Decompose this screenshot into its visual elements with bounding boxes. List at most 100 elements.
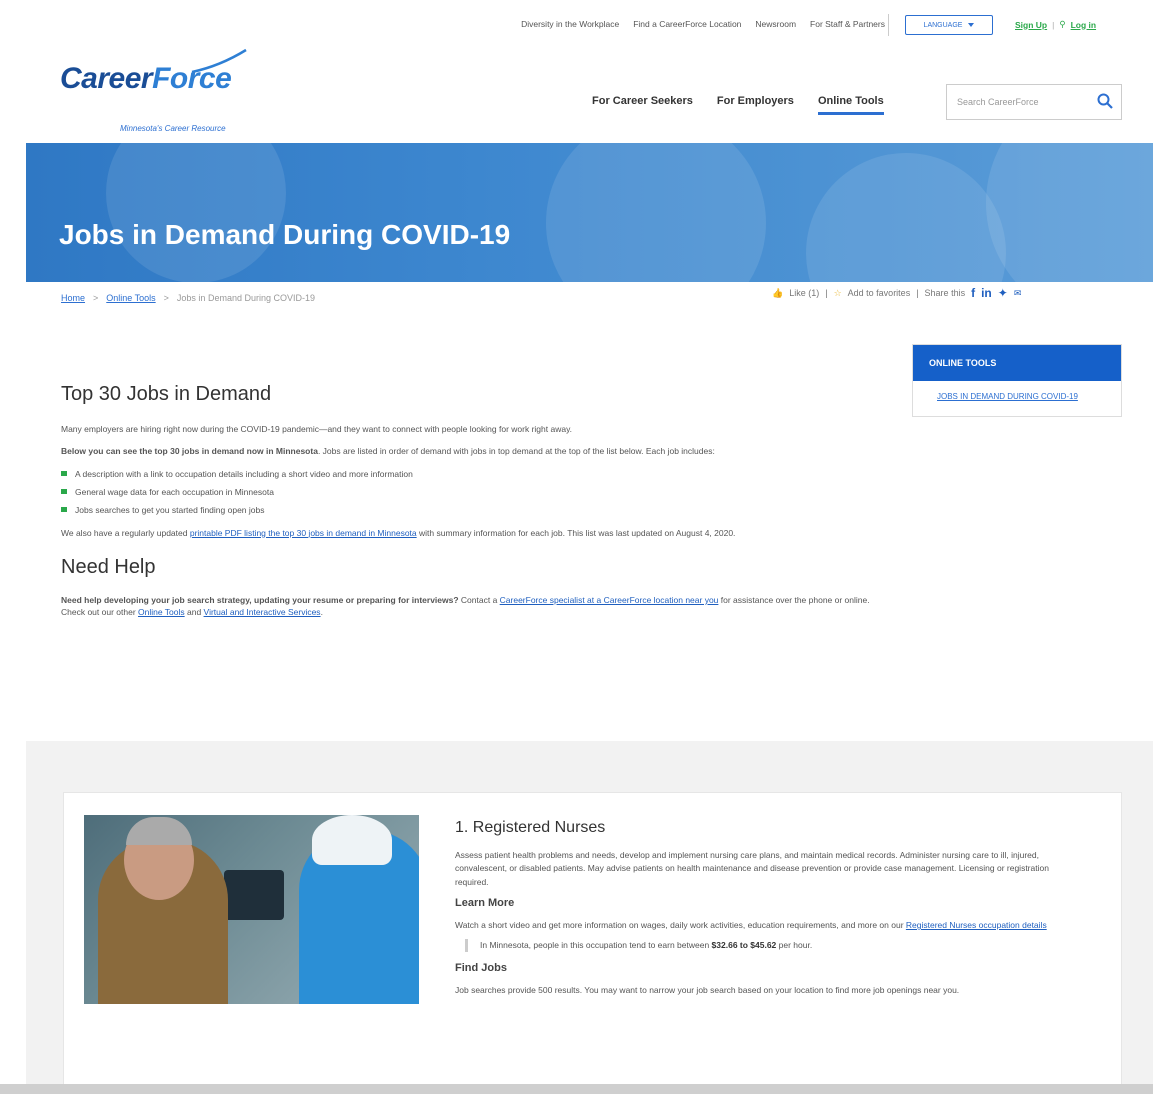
like-button[interactable]: Like (1) bbox=[789, 288, 819, 298]
horizontal-scrollbar[interactable] bbox=[0, 1084, 1153, 1094]
sidebar-title: ONLINE TOOLS bbox=[913, 345, 1121, 381]
login-link[interactable]: Log in bbox=[1071, 20, 1097, 30]
breadcrumb-separator: > bbox=[163, 293, 169, 303]
pdf-text: We also have a regularly updated printab… bbox=[61, 527, 891, 539]
search-icon[interactable] bbox=[1097, 93, 1113, 109]
search-placeholder: Search CareerForce bbox=[957, 97, 1039, 107]
utility-bar: Diversity in the Workplace Find a Career… bbox=[0, 12, 1153, 38]
hero-bg-shape bbox=[806, 153, 1006, 282]
wage-pre: In Minnesota, people in this occupation … bbox=[480, 939, 712, 950]
utility-divider bbox=[888, 14, 889, 36]
logo-swoosh-icon bbox=[191, 48, 247, 74]
nav-online-tools[interactable]: Online Tools bbox=[817, 95, 884, 115]
pdf-post: with summary information for each job. T… bbox=[416, 527, 736, 538]
pdf-pre: We also have a regularly updated bbox=[61, 527, 190, 538]
page-title: Jobs in Demand During COVID-19 bbox=[59, 219, 511, 250]
wage-range: $32.66 to $45.62 bbox=[711, 939, 777, 950]
learn-more-heading: Learn More bbox=[455, 897, 515, 910]
lock-icon: ⚲ bbox=[1059, 19, 1066, 29]
auth-separator: | bbox=[1052, 19, 1055, 30]
online-tools-link[interactable]: Online Tools bbox=[138, 607, 185, 617]
utility-link-diversity[interactable]: Diversity in the Workplace bbox=[521, 19, 619, 29]
auth-links: Sign Up | ⚲ Log in bbox=[1015, 19, 1096, 30]
need-and: and bbox=[184, 607, 204, 618]
need-help-bold: Need help developing your job search str… bbox=[61, 594, 459, 605]
nav-career-seekers[interactable]: For Career Seekers bbox=[592, 95, 693, 115]
breadcrumb-online-tools[interactable]: Online Tools bbox=[106, 293, 155, 303]
virtual-services-link[interactable]: Virtual and Interactive Services bbox=[204, 607, 321, 617]
hero-banner: Jobs in Demand During COVID-19 bbox=[26, 143, 1153, 282]
linkedin-icon[interactable]: in bbox=[981, 286, 992, 300]
twitter-icon[interactable]: ✦ bbox=[998, 286, 1008, 300]
need-help-text: Need help developing your job search str… bbox=[61, 594, 891, 619]
wage-callout: In Minnesota, people in this occupation … bbox=[465, 938, 1075, 953]
need-end: . bbox=[320, 607, 323, 618]
hero-bg-shape bbox=[986, 143, 1153, 282]
nav-employers[interactable]: For Employers bbox=[717, 95, 794, 115]
utility-link-newsroom[interactable]: Newsroom bbox=[755, 19, 796, 29]
actions-separator: | bbox=[916, 288, 919, 298]
hero-bg-shape bbox=[546, 143, 766, 282]
utility-link-location[interactable]: Find a CareerForce Location bbox=[633, 19, 741, 29]
find-jobs-text: Job searches provide 500 results. You ma… bbox=[455, 984, 960, 995]
breadcrumb-current: Jobs in Demand During COVID-19 bbox=[176, 293, 315, 303]
occupation-details-link[interactable]: Registered Nurses occupation details bbox=[906, 920, 1047, 930]
below-text: Below you can see the top 30 jobs in dem… bbox=[61, 445, 891, 457]
facebook-icon[interactable]: f bbox=[971, 286, 975, 300]
add-favorites-button[interactable]: Add to favorites bbox=[848, 288, 911, 298]
signup-link[interactable]: Sign Up bbox=[1015, 20, 1047, 30]
specialist-link[interactable]: CareerForce specialist at a CareerForce … bbox=[500, 595, 719, 605]
language-label: LANGUAGE bbox=[923, 21, 963, 29]
section-heading-top-jobs: Top 30 Jobs in Demand bbox=[61, 383, 272, 405]
job-title: 1. Registered Nurses bbox=[455, 819, 606, 836]
main-content: Top 30 Jobs in Demand Many employers are… bbox=[61, 380, 891, 629]
breadcrumb-separator: > bbox=[93, 293, 99, 303]
thumbs-up-icon[interactable]: 👍 bbox=[772, 288, 783, 299]
language-dropdown[interactable]: LANGUAGE bbox=[905, 15, 993, 35]
email-icon[interactable]: ✉ bbox=[1014, 288, 1022, 299]
list-item: A description with a link to occupation … bbox=[61, 468, 891, 480]
photo-patient-hair bbox=[126, 817, 192, 845]
job-details: 1. Registered Nurses Assess patient heal… bbox=[455, 815, 1075, 997]
bullet-icon bbox=[61, 470, 67, 476]
list-item-text: A description with a link to occupation … bbox=[75, 468, 413, 479]
find-jobs-heading: Find Jobs bbox=[455, 962, 507, 975]
list-item: General wage data for each occupation in… bbox=[61, 486, 891, 498]
utility-link-staff-partners[interactable]: For Staff & Partners bbox=[810, 19, 885, 29]
wage-post: per hour. bbox=[776, 939, 813, 950]
job-photo bbox=[84, 815, 419, 1004]
chevron-down-icon bbox=[968, 23, 975, 27]
breadcrumb: Home > Online Tools > Jobs in Demand Dur… bbox=[61, 293, 315, 303]
logo-career: Career bbox=[60, 62, 153, 95]
learn-more-text: Watch a short video and get more informa… bbox=[455, 919, 1075, 933]
list-item-text: General wage data for each occupation in… bbox=[75, 486, 274, 497]
sidebar-item-jobs-in-demand[interactable]: JOBS IN DEMAND DURING COVID-19 bbox=[913, 381, 1121, 416]
need-contact: Contact a bbox=[458, 594, 500, 605]
section-heading-need-help: Need Help bbox=[61, 555, 156, 578]
intro-text: Many employers are hiring right now duri… bbox=[61, 424, 573, 434]
list-item: Jobs searches to get you started finding… bbox=[61, 504, 891, 516]
logo-tagline: Minnesota's Career Resource bbox=[120, 124, 226, 133]
includes-list: A description with a link to occupation … bbox=[61, 468, 891, 517]
pdf-link[interactable]: printable PDF listing the top 30 jobs in… bbox=[190, 528, 417, 538]
breadcrumb-home[interactable]: Home bbox=[61, 293, 85, 303]
job-description: Assess patient health problems and needs… bbox=[455, 849, 1049, 887]
bullet-icon bbox=[61, 507, 67, 513]
share-label: Share this bbox=[924, 288, 966, 298]
list-item-text: Jobs searches to get you started finding… bbox=[75, 505, 265, 516]
sidebar-online-tools: ONLINE TOOLS JOBS IN DEMAND DURING COVID… bbox=[912, 344, 1122, 417]
bullet-icon bbox=[61, 488, 67, 494]
star-icon[interactable]: ☆ bbox=[834, 288, 842, 299]
hero-bg-shape bbox=[106, 143, 286, 282]
below-rest: . Jobs are listed in order of demand wit… bbox=[317, 446, 715, 457]
learn-more-pre: Watch a short video and get more informa… bbox=[455, 919, 906, 930]
photo-nurse-cap bbox=[312, 815, 392, 865]
page-actions: 👍 Like (1) | ☆ Add to favorites | Share … bbox=[772, 286, 1021, 300]
search-input[interactable]: Search CareerForce bbox=[946, 84, 1122, 120]
utility-links: Diversity in the Workplace Find a Career… bbox=[521, 19, 885, 29]
below-bold: Below you can see the top 30 jobs in dem… bbox=[61, 446, 318, 457]
actions-separator: | bbox=[825, 288, 828, 298]
photo-monitor bbox=[224, 870, 284, 920]
careerforce-logo[interactable]: CareerForce Minnesota's Career Resource bbox=[60, 48, 247, 133]
main-nav: For Career Seekers For Employers Online … bbox=[592, 95, 884, 115]
